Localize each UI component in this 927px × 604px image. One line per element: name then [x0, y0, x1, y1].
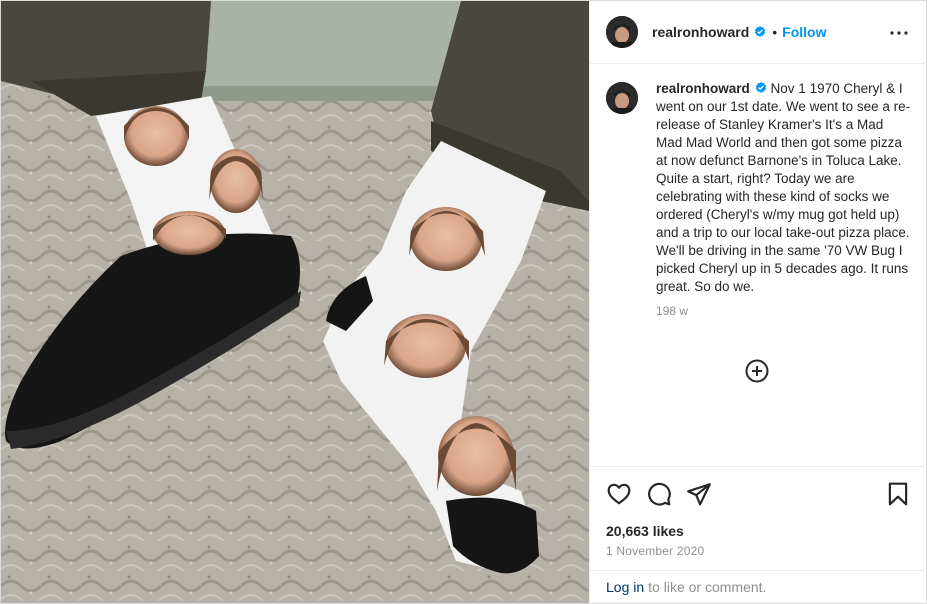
likes-count[interactable]: 20,663 likes	[606, 523, 684, 539]
send-icon[interactable]	[686, 481, 712, 507]
caption: realronhoward Nov 1 1970 Cheryl & I went…	[606, 80, 911, 296]
verified-badge-icon	[755, 82, 766, 93]
post-side-panel: realronhoward • Follow realronhoward Nov…	[589, 1, 927, 603]
verified-badge-icon	[755, 26, 766, 37]
heart-icon[interactable]	[606, 481, 632, 507]
more-options-icon[interactable]	[887, 23, 911, 43]
caption-text-block: realronhoward Nov 1 1970 Cheryl & I went…	[656, 80, 911, 296]
comments-area: realronhoward Nov 1 1970 Cheryl & I went…	[590, 64, 927, 466]
header-separator: •	[772, 24, 778, 40]
login-prompt: Log in to like or comment.	[590, 570, 927, 603]
follow-button[interactable]: Follow	[782, 24, 826, 40]
post-header: realronhoward • Follow	[590, 1, 927, 64]
post-photo[interactable]	[1, 1, 589, 603]
caption-avatar[interactable]	[606, 82, 638, 114]
caption-time-ago[interactable]: 198 w	[656, 304, 911, 318]
avatar-image	[606, 82, 638, 114]
comment-icon[interactable]	[646, 481, 672, 507]
post-date[interactable]: 1 November 2020	[606, 544, 704, 558]
login-link[interactable]: Log in	[606, 579, 644, 595]
plus-circle-icon[interactable]	[745, 359, 769, 383]
instagram-post: realronhoward • Follow realronhoward Nov…	[0, 0, 927, 604]
avatar[interactable]	[606, 16, 638, 48]
caption-username[interactable]: realronhoward	[656, 81, 750, 96]
caption-body: Nov 1 1970 Cheryl & I went on our 1st da…	[656, 81, 911, 294]
bookmark-icon[interactable]	[885, 481, 911, 507]
socks-photo-illustration	[1, 1, 589, 603]
login-suffix: to like or comment.	[648, 579, 767, 595]
avatar-image	[606, 16, 638, 48]
action-bar: 20,663 likes 1 November 2020	[590, 466, 927, 570]
header-username[interactable]: realronhoward	[652, 24, 749, 40]
